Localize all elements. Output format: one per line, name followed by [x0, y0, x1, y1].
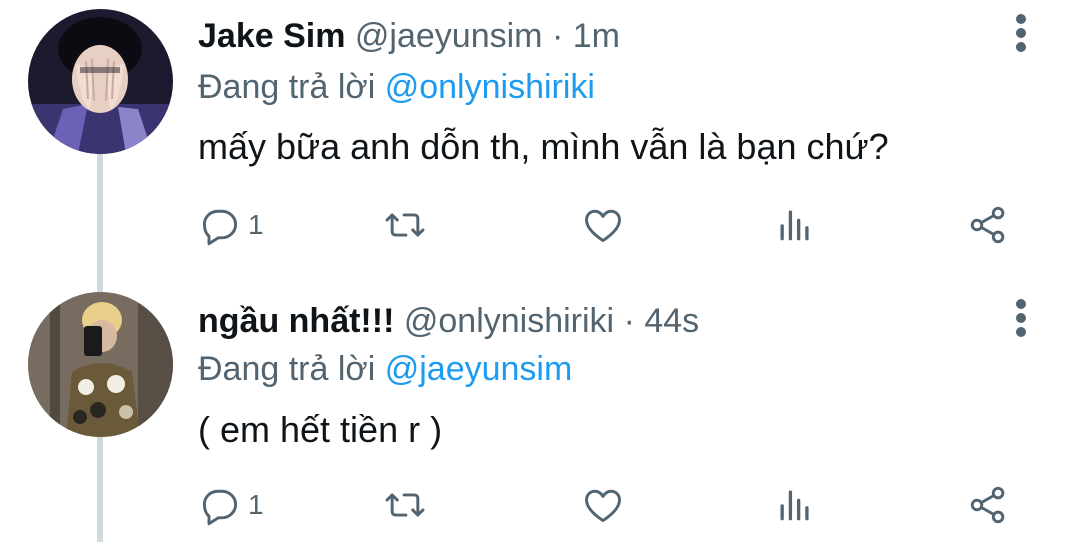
replying-to-label: Đang trả lời: [198, 68, 376, 106]
avatar-dark-hands-face-icon: [28, 9, 173, 154]
analytics-button[interactable]: [773, 200, 817, 250]
reply-icon: [202, 209, 238, 246]
author-handle[interactable]: @jaeyunsim: [355, 17, 543, 55]
like-button[interactable]: [581, 480, 625, 530]
avatar-mirror-selfie-icon: [28, 292, 173, 437]
analytics-bars-icon: [780, 490, 809, 521]
reply-count: 1: [248, 489, 264, 520]
share-icon: [970, 206, 1005, 244]
replying-to-mention[interactable]: @jaeyunsim: [385, 350, 573, 388]
analytics-button[interactable]: [773, 480, 817, 530]
replying-to-mention[interactable]: @onlynishiriki: [385, 68, 595, 106]
tweet-actions: 1: [198, 200, 1018, 250]
tweet-timestamp[interactable]: 44s: [644, 302, 699, 340]
more-options-button[interactable]: [1008, 14, 1034, 58]
separator-dot: ·: [623, 302, 635, 340]
retweet-icon: [385, 213, 425, 237]
tweet-text: ( em hết tiền r ): [198, 409, 443, 450]
author-handle[interactable]: @onlynishiriki: [404, 302, 614, 340]
reply-icon: [202, 489, 238, 526]
avatar[interactable]: [28, 292, 173, 437]
retweet-button[interactable]: [383, 200, 427, 250]
like-button[interactable]: [581, 200, 625, 250]
tweet-item[interactable]: ngầu nhất!!! @onlynishiriki · 44s Đang t…: [0, 285, 1080, 542]
author-name[interactable]: ngầu nhất!!!: [198, 302, 394, 340]
tweet-timestamp[interactable]: 1m: [573, 17, 620, 55]
reply-button[interactable]: 1: [198, 200, 264, 250]
tweet-text: mấy bữa anh dỗn th, mình vẫn là bạn chứ?: [198, 126, 889, 167]
more-options-button[interactable]: [1008, 299, 1034, 343]
share-button[interactable]: [966, 200, 1010, 250]
replying-to-line: Đang trả lời @jaeyunsim: [198, 349, 572, 389]
analytics-bars-icon: [780, 210, 809, 241]
reply-count: 1: [248, 209, 264, 240]
replying-to-line: Đang trả lời @onlynishiriki: [198, 67, 595, 107]
tweet-item[interactable]: Jake Sim @jaeyunsim · 1m Đang trả lời @o…: [0, 0, 1080, 285]
replying-to-label: Đang trả lời: [198, 350, 376, 388]
reply-button[interactable]: 1: [198, 480, 264, 530]
separator-dot: ·: [551, 17, 564, 55]
tweet-header: ngầu nhất!!! @onlynishiriki · 44s: [198, 301, 699, 341]
avatar[interactable]: [28, 9, 173, 154]
heart-icon: [585, 209, 621, 243]
author-name[interactable]: Jake Sim: [198, 17, 345, 55]
tweet-header: Jake Sim @jaeyunsim · 1m: [198, 16, 620, 56]
share-icon: [970, 486, 1005, 524]
retweet-button[interactable]: [383, 480, 427, 530]
retweet-icon: [385, 493, 425, 517]
tweet-actions: 1: [198, 480, 1018, 530]
share-button[interactable]: [966, 480, 1010, 530]
heart-icon: [585, 489, 621, 523]
